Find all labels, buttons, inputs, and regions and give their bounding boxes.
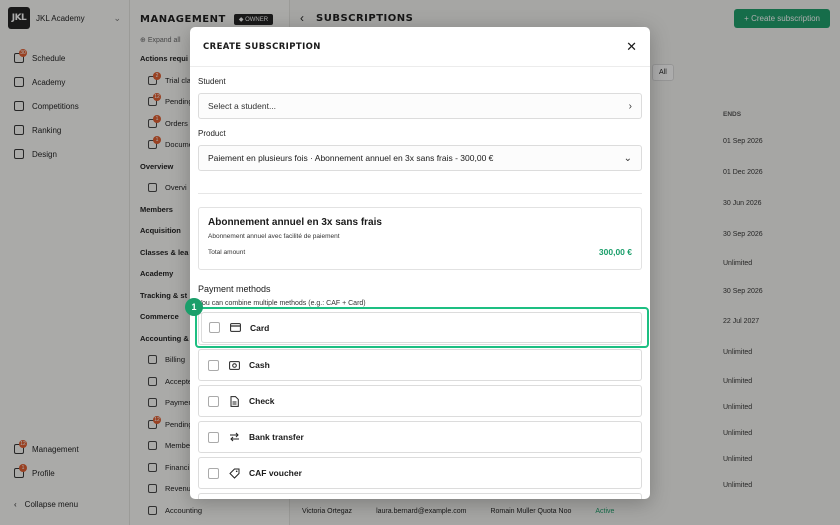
payment-method-bank-transfer[interactable]: Bank transfer — [198, 421, 642, 453]
payment-method-label: Card — [250, 322, 270, 333]
step-marker: 1 — [185, 298, 203, 316]
payment-method-label: Check — [249, 396, 275, 406]
checkbox[interactable] — [208, 395, 219, 407]
tag-icon — [227, 468, 241, 479]
payment-method-cash[interactable]: Cash — [198, 349, 642, 381]
total-amount-value: 300,00 € — [598, 247, 632, 257]
product-card-subtitle: Abonnement annuel avec facilité de paiem… — [208, 233, 340, 240]
payment-method-card-highlighted[interactable]: Card — [201, 312, 642, 343]
close-icon[interactable]: ✕ — [626, 40, 637, 53]
product-select[interactable]: Paiement en plusieurs fois · Abonnement … — [198, 145, 642, 171]
cash-icon — [227, 360, 241, 370]
payment-method-check[interactable]: Check — [198, 385, 642, 417]
product-summary-card: Abonnement annuel en 3x sans frais Abonn… — [198, 207, 642, 270]
payment-methods-subtitle: You can combine multiple methods (e.g.: … — [198, 300, 366, 307]
create-subscription-modal: CREATE SUBSCRIPTION ✕ Student Select a s… — [190, 27, 650, 499]
credit-card-icon — [228, 323, 242, 332]
payment-methods-title: Payment methods — [198, 284, 271, 294]
chevron-right-icon: › — [628, 100, 632, 112]
modal-title: CREATE SUBSCRIPTION — [203, 41, 321, 52]
total-amount-label: Total amount — [208, 248, 246, 256]
payment-method-row-partial[interactable] — [198, 493, 642, 499]
transfer-icon — [227, 432, 241, 442]
chevron-down-icon: ⌄ — [623, 152, 632, 164]
student-select[interactable]: Select a student... › — [198, 93, 642, 119]
product-label: Product — [198, 129, 226, 138]
student-label: Student — [198, 77, 226, 86]
document-icon — [227, 395, 241, 407]
checkbox-card-highlighted[interactable] — [209, 322, 220, 333]
payment-method-label: Bank transfer — [249, 432, 304, 442]
checkbox[interactable] — [208, 431, 219, 443]
product-card-title: Abonnement annuel en 3x sans frais — [208, 217, 382, 228]
student-placeholder: Select a student... — [208, 101, 277, 111]
checkbox[interactable] — [208, 359, 219, 371]
checkbox[interactable] — [208, 467, 219, 479]
payment-method-caf-voucher[interactable]: CAF voucher — [198, 457, 642, 489]
payment-method-label: Cash — [249, 360, 270, 370]
divider — [198, 193, 642, 194]
product-value: Paiement en plusieurs fois · Abonnement … — [208, 153, 494, 163]
payment-method-label: CAF voucher — [249, 468, 302, 478]
